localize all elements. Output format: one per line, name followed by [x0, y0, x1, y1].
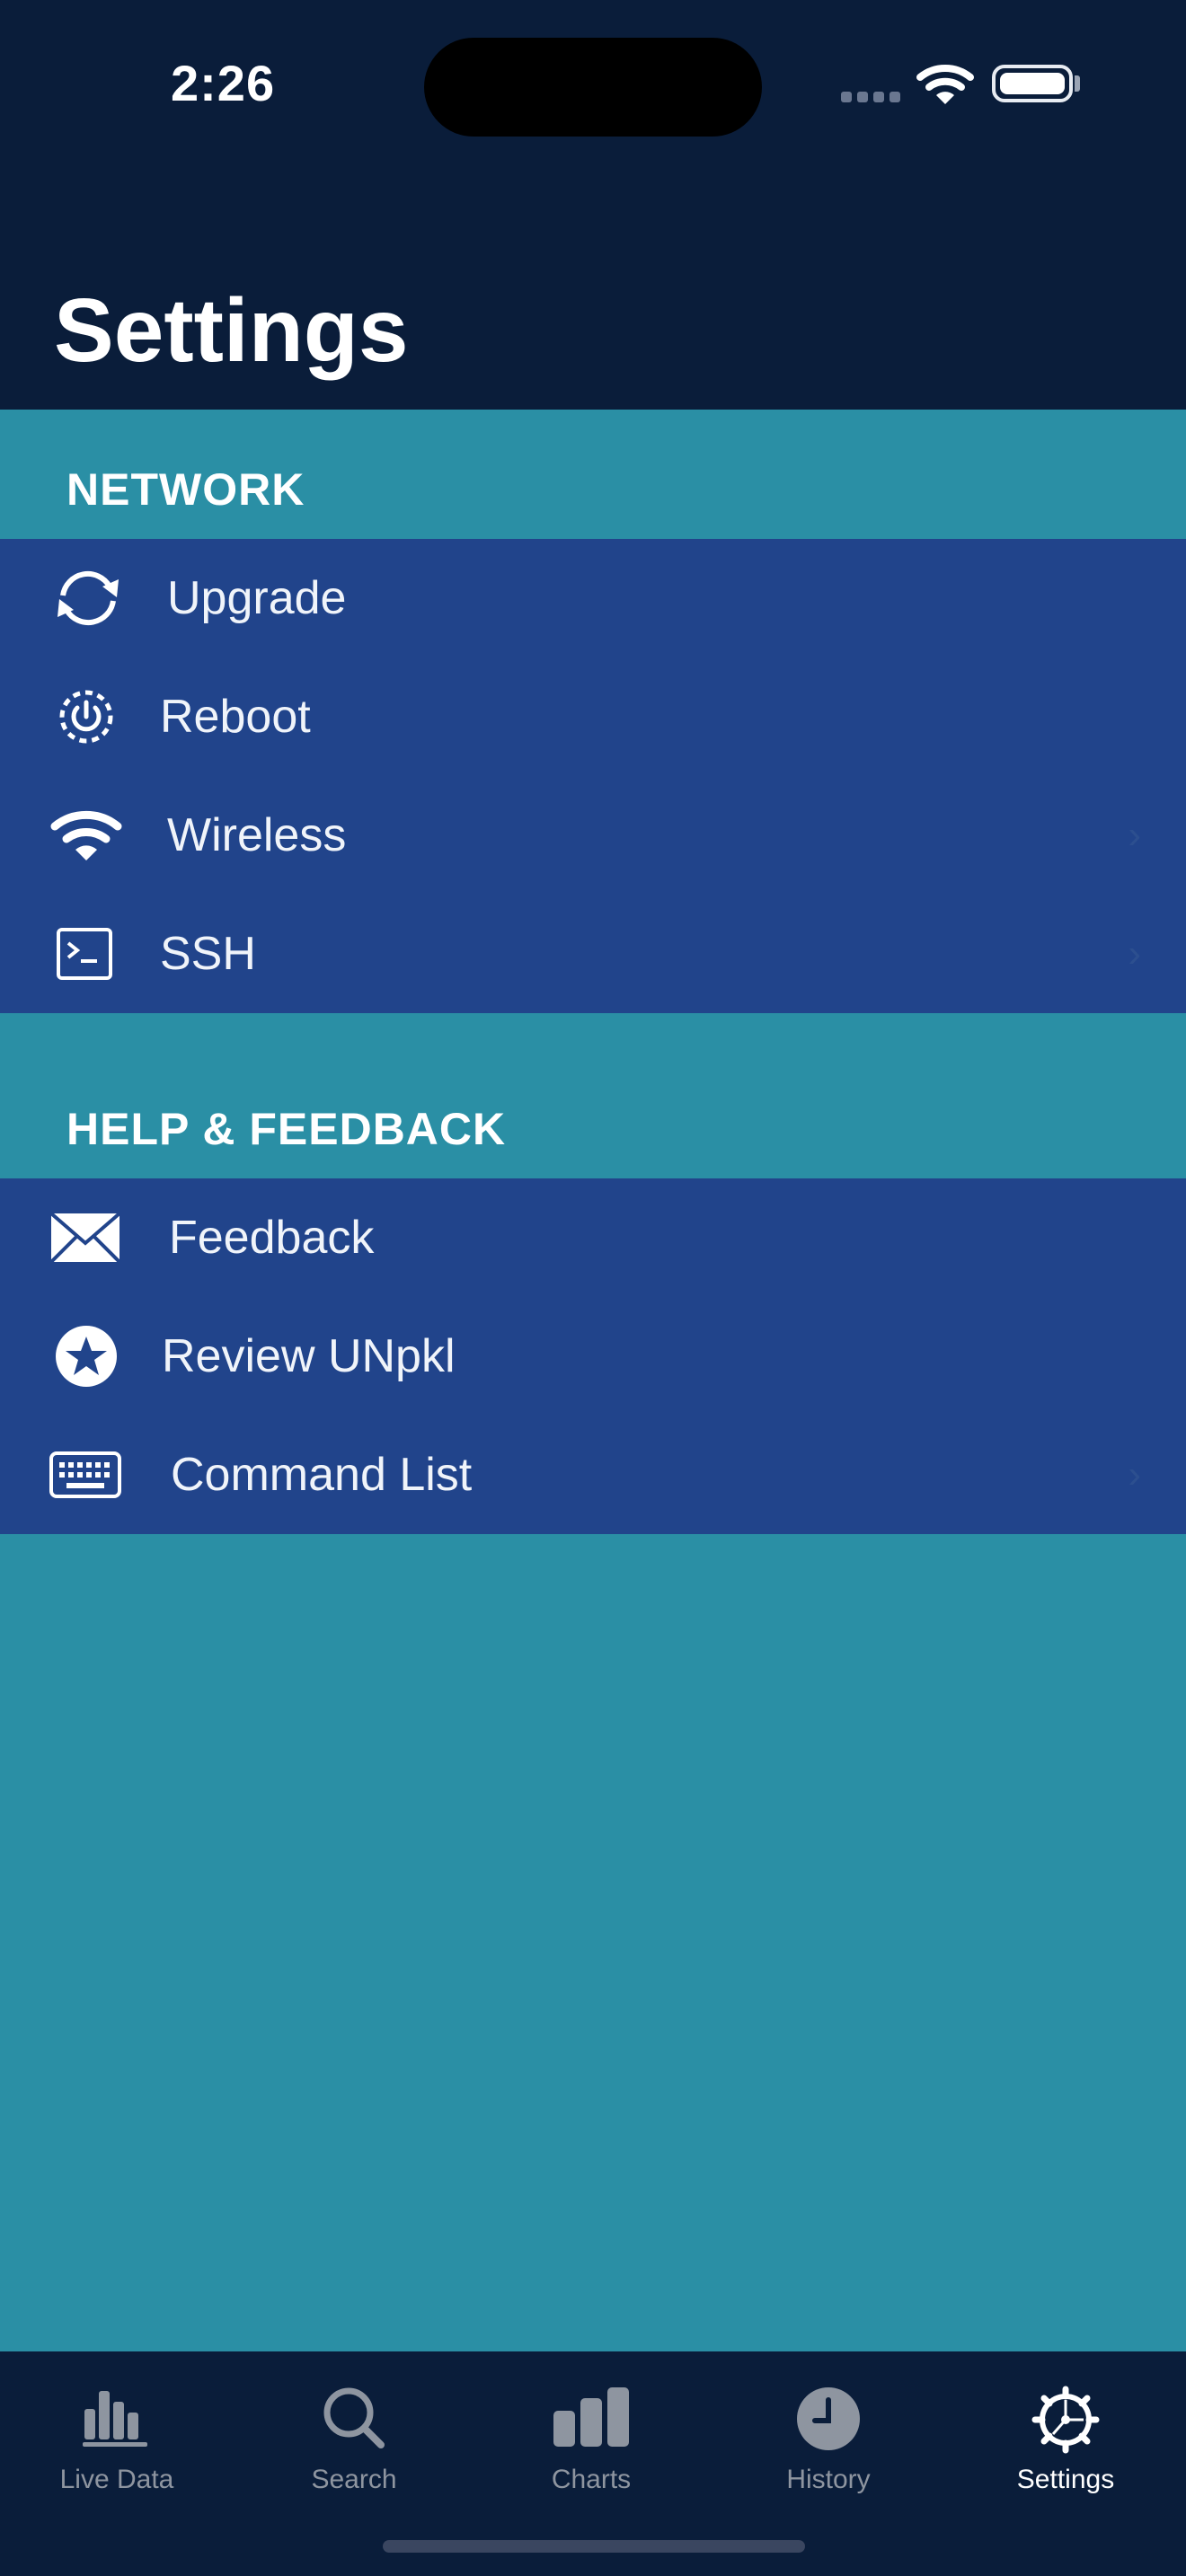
- tab-charts[interactable]: Charts: [501, 2369, 681, 2504]
- wifi-status-icon: [916, 63, 974, 110]
- settings-row-wireless[interactable]: Wireless ›: [0, 776, 1186, 895]
- chevron-right-icon: ›: [1128, 1452, 1141, 1496]
- dynamic-island: [424, 38, 762, 137]
- chevron-right-icon: ›: [1128, 813, 1141, 857]
- settings-row-label: Command List: [171, 1449, 473, 1501]
- settings-row-upgrade[interactable]: Upgrade: [0, 539, 1186, 657]
- tab-live-data[interactable]: Live Data: [27, 2369, 207, 2504]
- settings-row-review[interactable]: Review UNpkl: [0, 1297, 1186, 1416]
- status-time: 2:26: [171, 55, 276, 111]
- search-icon: [322, 2386, 386, 2455]
- settings-row-label: Feedback: [169, 1212, 375, 1264]
- battery-icon: [992, 65, 1073, 102]
- settings-row-label: Upgrade: [167, 572, 347, 624]
- tab-label: History: [786, 2465, 871, 2494]
- star-icon: [54, 1324, 119, 1389]
- gear-icon: [1031, 2386, 1100, 2458]
- chevron-right-icon: ›: [1128, 931, 1141, 975]
- terminal-icon: [56, 927, 113, 981]
- section-header-network: NETWORK: [66, 464, 305, 515]
- tab-history[interactable]: History: [739, 2369, 918, 2504]
- settings-row-command-list[interactable]: Command List ›: [0, 1416, 1186, 1534]
- clock-icon: [795, 2386, 862, 2457]
- settings-row-feedback[interactable]: Feedback: [0, 1178, 1186, 1297]
- settings-row-label: Review UNpkl: [162, 1330, 456, 1382]
- navigation-header: 2:26 Settings: [0, 0, 1186, 410]
- page-title: Settings: [54, 280, 409, 381]
- wifi-icon: [50, 808, 122, 862]
- tab-label: Live Data: [59, 2465, 174, 2494]
- tab-label: Search: [311, 2465, 397, 2494]
- chart-icon: [550, 2386, 633, 2453]
- settings-row-reboot[interactable]: Reboot: [0, 657, 1186, 776]
- tab-label: Charts: [551, 2465, 632, 2494]
- help-feedback-group: Feedback Review UNpkl Command List ›: [0, 1178, 1186, 1534]
- settings-row-label: Reboot: [160, 691, 311, 743]
- bar-chart-icon: [81, 2386, 153, 2453]
- power-icon: [56, 686, 117, 747]
- settings-row-label: Wireless: [167, 809, 347, 861]
- tab-settings[interactable]: Settings: [976, 2369, 1155, 2504]
- network-group: Upgrade Reboot Wireless › SSH ›: [0, 539, 1186, 1013]
- refresh-icon: [50, 567, 126, 630]
- tab-label: Settings: [1016, 2465, 1115, 2494]
- settings-row-label: SSH: [160, 928, 256, 980]
- tab-search[interactable]: Search: [264, 2369, 444, 2504]
- envelope-icon: [49, 1211, 122, 1265]
- home-indicator: [383, 2540, 805, 2553]
- settings-row-ssh[interactable]: SSH ›: [0, 895, 1186, 1013]
- keyboard-icon: [49, 1451, 122, 1499]
- cellular-signal-icon: [841, 92, 900, 102]
- section-header-help-feedback: HELP & FEEDBACK: [66, 1104, 507, 1154]
